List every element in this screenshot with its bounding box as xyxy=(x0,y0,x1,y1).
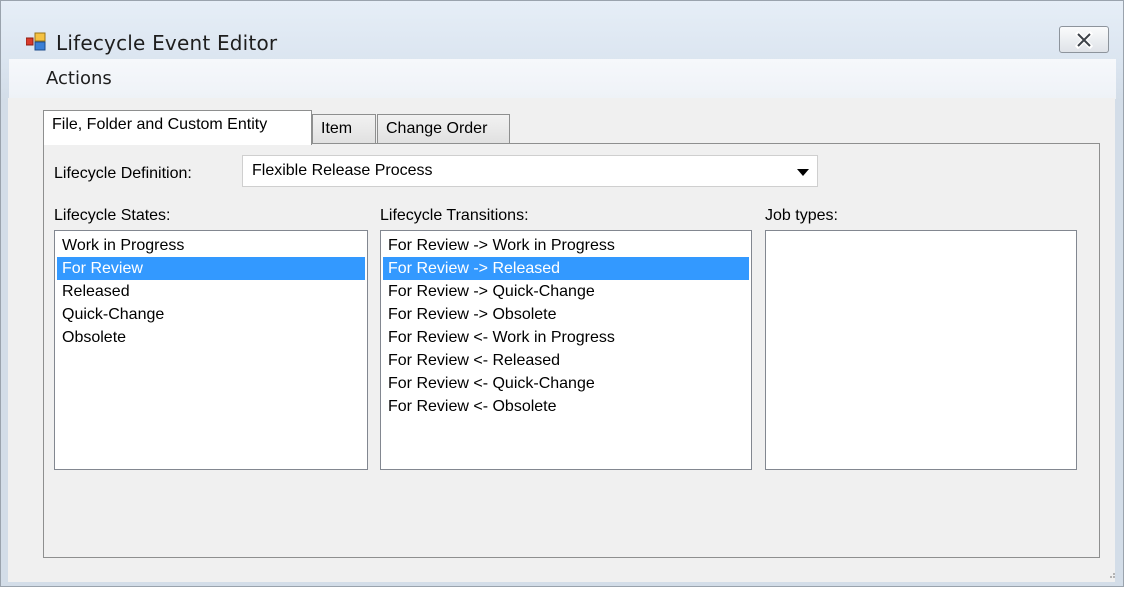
list-item[interactable]: Obsolete xyxy=(57,326,365,349)
list-item[interactable]: For Review xyxy=(57,257,365,280)
resize-grip-icon[interactable] xyxy=(1106,569,1116,579)
list-item[interactable]: For Review <- Quick-Change xyxy=(383,372,749,395)
list-item[interactable]: For Review -> Work in Progress xyxy=(383,234,749,257)
lifecycle-transitions-label: Lifecycle Transitions: xyxy=(380,207,529,224)
window-title: Lifecycle Event Editor xyxy=(56,31,278,55)
list-item[interactable]: For Review <- Work in Progress xyxy=(383,326,749,349)
list-item[interactable]: For Review <- Obsolete xyxy=(383,395,749,418)
dropdown-arrow-icon xyxy=(797,169,809,176)
job-types-list[interactable] xyxy=(765,230,1077,470)
tab-file-folder-custom-entity[interactable]: File, Folder and Custom Entity xyxy=(43,110,312,145)
list-item[interactable]: For Review -> Quick-Change xyxy=(383,280,749,303)
lifecycle-transitions-list[interactable]: For Review -> Work in Progress For Revie… xyxy=(380,230,752,470)
menu-actions[interactable]: Actions xyxy=(46,68,112,89)
lifecycle-definition-value: Flexible Release Process xyxy=(252,162,433,179)
title-bar[interactable]: Lifecycle Event Editor xyxy=(1,1,1123,59)
menu-bar: Actions xyxy=(9,59,1116,99)
list-item[interactable]: For Review <- Released xyxy=(383,349,749,372)
lifecycle-definition-label: Lifecycle Definition: xyxy=(54,165,192,182)
list-item[interactable]: For Review -> Released xyxy=(383,257,749,280)
lifecycle-states-label: Lifecycle States: xyxy=(54,207,171,224)
job-types-label: Job types: xyxy=(765,207,838,224)
lifecycle-states-list[interactable]: Work in Progress For Review Released Qui… xyxy=(54,230,368,470)
list-item[interactable]: Quick-Change xyxy=(57,303,365,326)
close-icon xyxy=(1075,31,1093,49)
list-item[interactable]: Work in Progress xyxy=(57,234,365,257)
tab-change-order[interactable]: Change Order xyxy=(377,114,510,144)
close-button[interactable] xyxy=(1059,26,1109,53)
tab-item[interactable]: Item xyxy=(312,114,376,144)
lifecycle-editor-icon xyxy=(25,31,46,51)
list-item[interactable]: For Review -> Obsolete xyxy=(383,303,749,326)
lifecycle-definition-dropdown[interactable]: Flexible Release Process xyxy=(242,155,818,187)
list-item[interactable]: Released xyxy=(57,280,365,303)
